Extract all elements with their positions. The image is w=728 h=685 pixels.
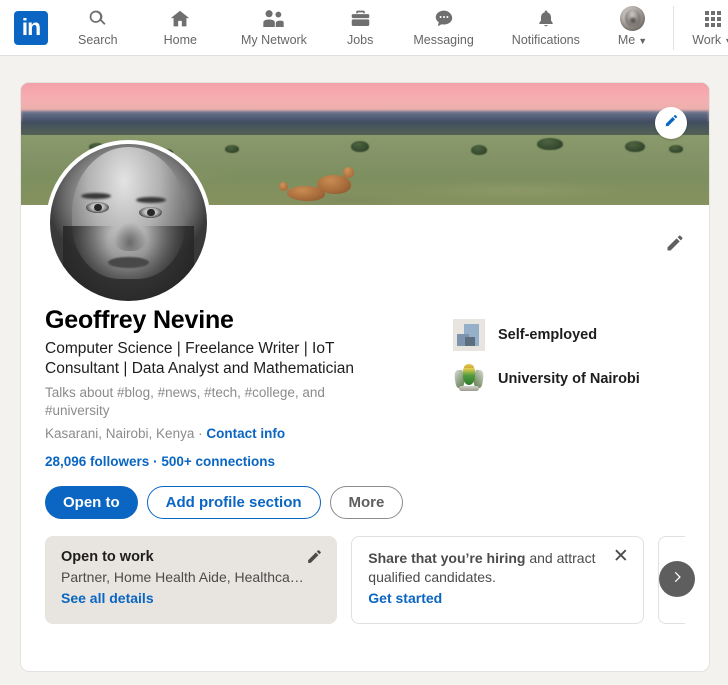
nav-item-jobs[interactable]: Jobs bbox=[343, 0, 377, 54]
edit-cover-photo-button[interactable] bbox=[655, 107, 687, 139]
edit-profile-button[interactable] bbox=[661, 231, 689, 259]
search-icon bbox=[87, 6, 108, 31]
see-all-details-link[interactable]: See all details bbox=[61, 590, 323, 606]
cover-lion-head bbox=[279, 182, 288, 191]
nav-label-messaging: Messaging bbox=[413, 33, 473, 47]
current-company[interactable]: Self-employed bbox=[453, 319, 640, 351]
app-grid-icon bbox=[705, 6, 721, 31]
nav-item-messaging[interactable]: Messaging bbox=[409, 0, 477, 54]
open-to-work-title: Open to work bbox=[61, 548, 323, 567]
portrait-brow bbox=[81, 193, 111, 199]
nav-item-notifications[interactable]: Notifications bbox=[508, 0, 584, 54]
nav-label-jobs: Jobs bbox=[347, 33, 373, 47]
contact-info-link[interactable]: Contact info bbox=[206, 426, 285, 441]
cover-bush bbox=[471, 145, 487, 155]
nav-item-home[interactable]: Home bbox=[160, 0, 201, 54]
close-icon[interactable]: ✕ bbox=[611, 547, 631, 567]
hiring-promo-line1: Share that you’re hiring and attract bbox=[368, 549, 628, 568]
page-title: Geoffrey Nevine bbox=[45, 305, 425, 335]
nav-label-search: Search bbox=[78, 33, 118, 47]
linkedin-logo[interactable]: in bbox=[14, 11, 48, 45]
nav-item-my-network[interactable]: My Network bbox=[237, 0, 311, 54]
profile-headline: Computer Science | Freelance Writer | Io… bbox=[45, 339, 400, 379]
school-name: University of Nairobi bbox=[498, 371, 640, 387]
nav-item-work[interactable]: Work▼ bbox=[688, 0, 728, 54]
open-to-work-card[interactable]: Open to work Partner, Home Health Aide, … bbox=[45, 536, 337, 624]
cover-bush bbox=[351, 141, 369, 152]
followers-count[interactable]: 28,096 followers bbox=[45, 454, 149, 469]
connections-count[interactable]: 500+ connections bbox=[161, 454, 275, 469]
linkedin-logo-wrap[interactable]: in bbox=[14, 11, 48, 45]
chevron-down-icon: ▼ bbox=[724, 36, 728, 46]
edit-open-to-work-button[interactable] bbox=[306, 548, 323, 570]
carousel-next-button[interactable] bbox=[659, 561, 695, 597]
company-name: Self-employed bbox=[498, 327, 597, 343]
home-icon bbox=[169, 6, 191, 31]
profile-card: Geoffrey Nevine Computer Science | Freel… bbox=[20, 82, 710, 672]
open-to-work-detail: Partner, Home Health Aide, Healthca… bbox=[61, 568, 323, 587]
cover-lion-head bbox=[343, 167, 354, 178]
chevron-right-icon bbox=[670, 570, 684, 589]
promo-carousel: Open to work Partner, Home Health Aide, … bbox=[45, 536, 685, 624]
hiring-promo-rest: and attract bbox=[525, 550, 595, 566]
pencil-icon bbox=[665, 233, 685, 258]
cover-bush bbox=[625, 141, 645, 152]
avatar bbox=[620, 6, 645, 31]
hiring-promo-card[interactable]: Share that you’re hiring and attract qua… bbox=[351, 536, 643, 624]
nav-item-me[interactable]: Me▼ bbox=[614, 0, 651, 54]
open-to-button[interactable]: Open to bbox=[45, 486, 138, 519]
location-separator: · bbox=[198, 426, 203, 441]
hiring-promo-strong: Share that you’re hiring bbox=[368, 550, 525, 566]
top-navigation-bar: in Search Home My Network bbox=[0, 0, 728, 56]
bell-icon bbox=[536, 6, 556, 31]
university-crest-logo bbox=[453, 363, 485, 395]
get-started-link[interactable]: Get started bbox=[368, 590, 628, 606]
cover-bush bbox=[537, 138, 563, 150]
profile-location: Kasarani, Nairobi, Kenya bbox=[45, 426, 194, 441]
profile-action-buttons: Open to Add profile section More bbox=[45, 486, 685, 519]
briefcase-icon bbox=[350, 6, 371, 31]
cover-bush bbox=[225, 145, 239, 153]
profile-avatar-icon bbox=[620, 6, 645, 31]
counts-separator: · bbox=[149, 454, 161, 469]
cover-lion bbox=[287, 186, 325, 201]
company-placeholder-logo bbox=[453, 319, 485, 351]
nav-label-home: Home bbox=[164, 33, 197, 47]
people-icon bbox=[262, 6, 285, 31]
nav-label-notifications: Notifications bbox=[512, 33, 580, 47]
cover-bush bbox=[669, 145, 683, 153]
profile-counts: 28,096 followers · 500+ connections bbox=[45, 454, 425, 469]
more-button[interactable]: More bbox=[330, 486, 404, 519]
chevron-down-icon: ▼ bbox=[638, 36, 647, 46]
nav-label-work: Work▼ bbox=[692, 33, 728, 47]
education-school[interactable]: University of Nairobi bbox=[453, 363, 640, 395]
profile-details: Geoffrey Nevine Computer Science | Freel… bbox=[21, 205, 709, 624]
add-profile-section-button[interactable]: Add profile section bbox=[147, 486, 321, 519]
profile-location-row: Kasarani, Nairobi, Kenya · Contact info bbox=[45, 426, 425, 441]
nav-label-me: Me▼ bbox=[618, 33, 647, 47]
pencil-icon bbox=[664, 113, 679, 133]
message-bubble-icon bbox=[433, 6, 455, 31]
nav-divider bbox=[673, 6, 674, 50]
profile-talks-about: Talks about #blog, #news, #tech, #colleg… bbox=[45, 384, 375, 420]
identity-left: Geoffrey Nevine Computer Science | Freel… bbox=[45, 305, 425, 469]
identity-right: Self-employed University of Nairobi bbox=[425, 305, 640, 469]
pencil-icon bbox=[306, 552, 323, 569]
identity-row: Geoffrey Nevine Computer Science | Freel… bbox=[45, 305, 685, 469]
nav-label-my-network: My Network bbox=[241, 33, 307, 47]
hiring-promo-line2: qualified candidates. bbox=[368, 568, 628, 587]
nav-items: Search Home My Network bbox=[48, 0, 728, 56]
nav-item-search[interactable]: Search bbox=[74, 0, 122, 54]
